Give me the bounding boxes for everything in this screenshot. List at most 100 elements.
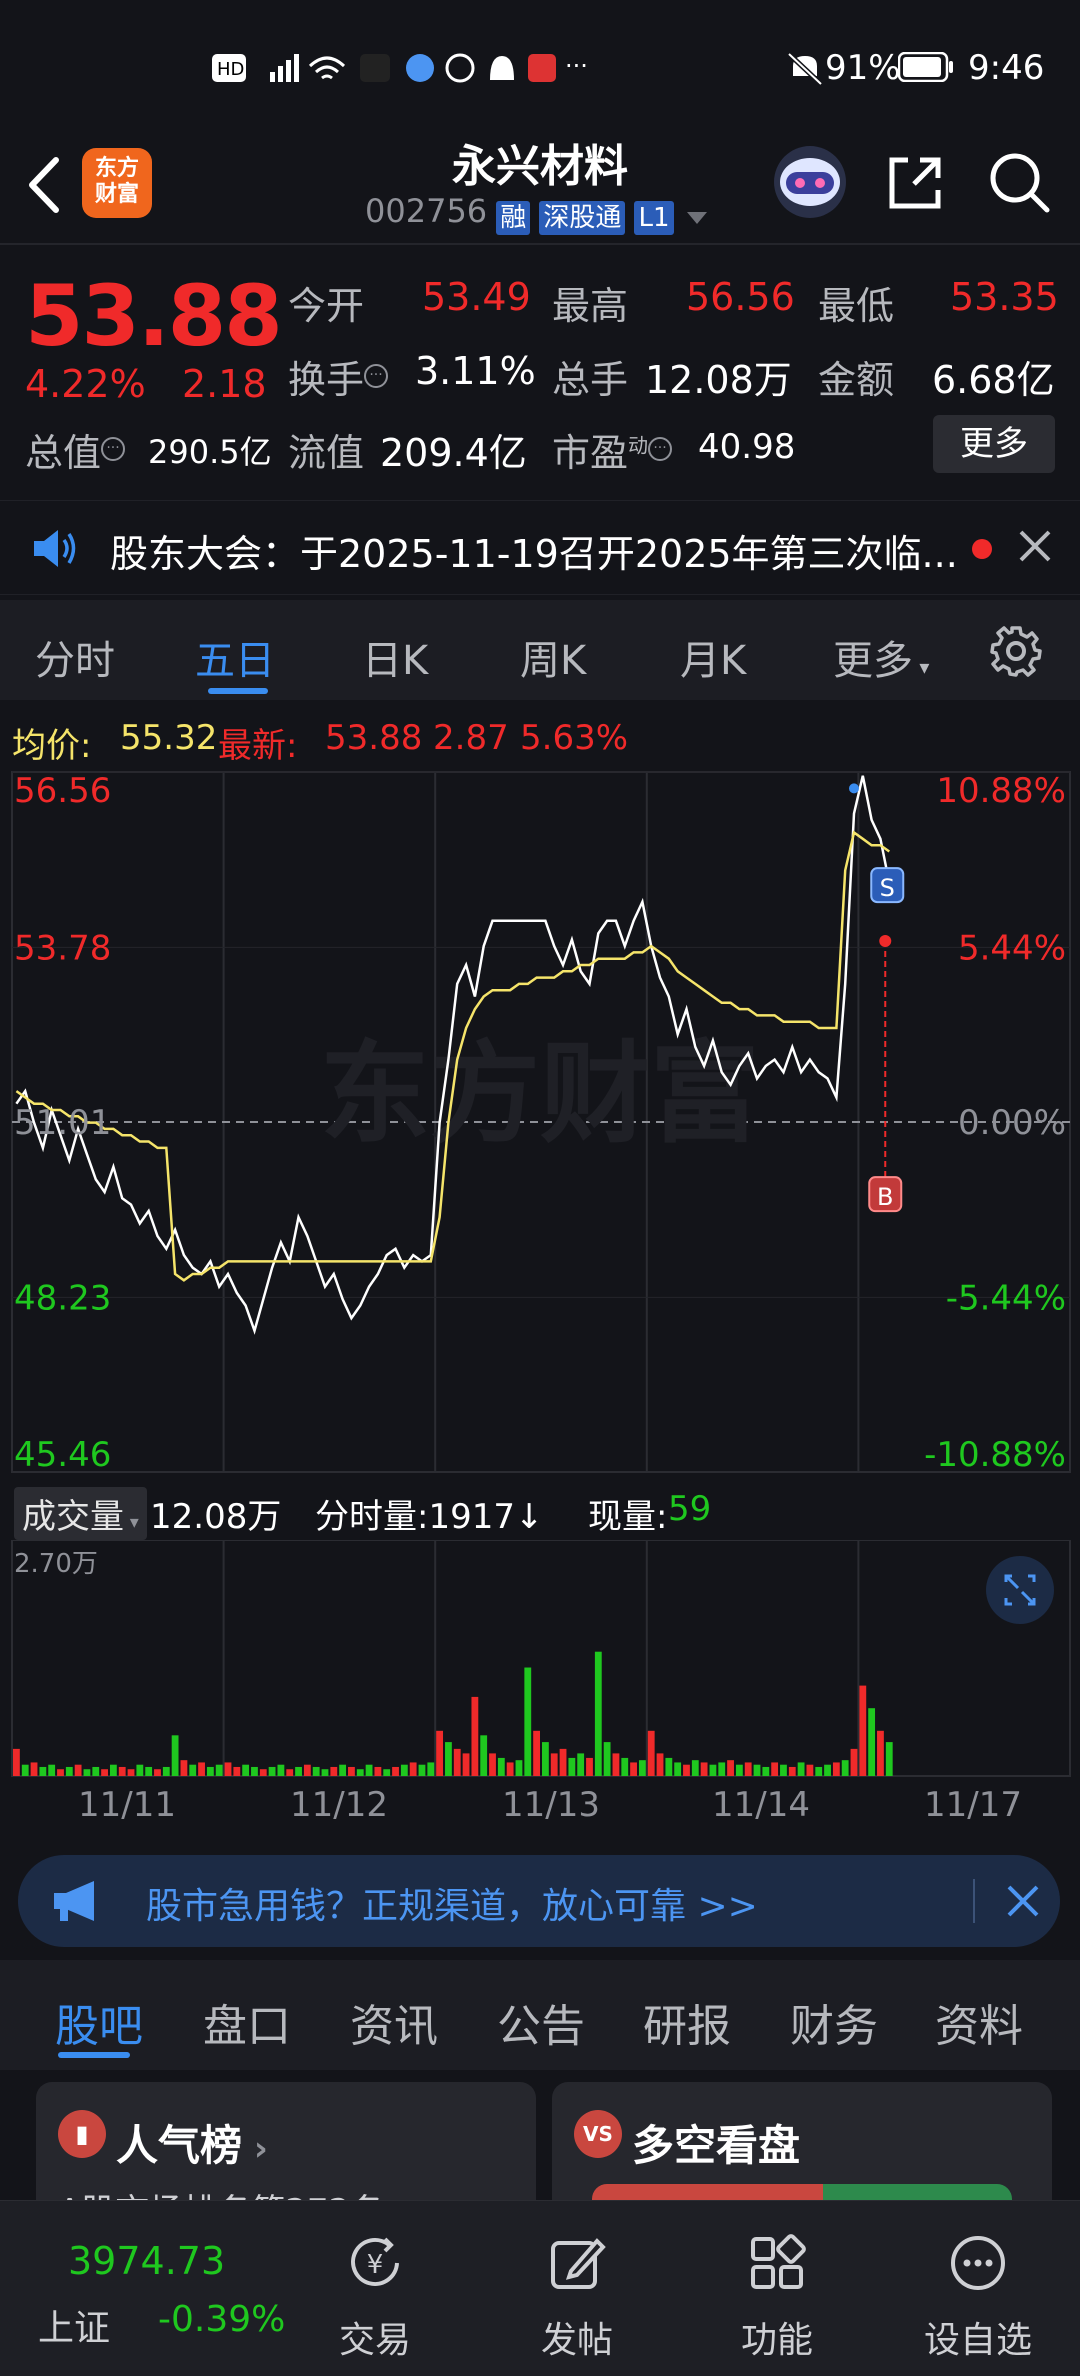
- tab-announcements[interactable]: 公告: [497, 1990, 585, 2054]
- volume-bar: [383, 1769, 391, 1776]
- watermark: 东方财富: [320, 1030, 760, 1158]
- level-tag: L1: [634, 200, 674, 235]
- latest-change: 2.87: [433, 718, 509, 758]
- volume-bar: [215, 1764, 223, 1776]
- tab-monthly-k[interactable]: 月K: [680, 628, 746, 686]
- volume-bar: [436, 1730, 444, 1776]
- unread-dot: [972, 539, 992, 559]
- dropdown-icon: [686, 211, 707, 224]
- info-icon: ···: [648, 437, 673, 462]
- ranking-icon: ▮: [58, 2110, 106, 2158]
- volume-bar: [365, 1764, 373, 1776]
- five-day-price-chart[interactable]: 东方财富 B S 56.56 10.88% 53.78 5.44% 51.01 0.00% 4…: [0, 762, 1080, 1482]
- tab-more[interactable]: 更多 ▾: [833, 628, 929, 686]
- tab-profile[interactable]: 资料: [935, 1990, 1023, 2054]
- status-bar: HD ··· 91% 9:46: [0, 0, 1080, 130]
- nav-functions[interactable]: 功能: [707, 2211, 847, 2371]
- volume-bar: [559, 1748, 567, 1776]
- volume-bar: [806, 1764, 814, 1776]
- content-tabs: 股吧 盘口 资讯 公告 研报 财务 资料: [0, 1960, 1080, 2070]
- volume-bar: [462, 1753, 470, 1776]
- tab-news[interactable]: 资讯: [350, 1990, 438, 2054]
- search-icon[interactable]: [985, 148, 1055, 218]
- tab-research[interactable]: 研报: [643, 1990, 731, 2054]
- card-title: 人气榜 ›: [116, 2121, 268, 2170]
- float-cap-label: 流值: [288, 431, 365, 475]
- y-axis-percent-label: -5.44%: [946, 1278, 1066, 1318]
- volume-max-label: 2.70万: [14, 1549, 98, 1579]
- nav-trade[interactable]: ¥ 交易: [305, 2211, 445, 2371]
- tab-daily-k[interactable]: 日K: [362, 628, 428, 686]
- volume-bar: [727, 1760, 734, 1776]
- volume-bar: [356, 1769, 364, 1776]
- fullscreen-button[interactable]: [986, 1556, 1054, 1624]
- volume-bar: [427, 1762, 435, 1776]
- gear-icon[interactable]: [990, 625, 1042, 677]
- volume-bar: [242, 1764, 250, 1776]
- total-cap-value: 290.5亿: [148, 433, 272, 471]
- y-axis-percent-label: 5.44%: [958, 928, 1066, 968]
- share-icon[interactable]: [880, 148, 950, 218]
- volume-chart[interactable]: 2.70万: [0, 1540, 1080, 1780]
- clock: 9:46: [968, 48, 1045, 88]
- volume-selector[interactable]: 成交量 ▾: [14, 1487, 147, 1540]
- notice-bar[interactable]: 股东大会：于2025-11-19召开2025年第三次临...: [0, 500, 1080, 595]
- grid-icon: [751, 2234, 806, 2289]
- volume-bar: [198, 1762, 205, 1776]
- tab-forum[interactable]: 股吧: [55, 1990, 143, 2054]
- index-widget[interactable]: 3974.73 上证 -0.39%: [20, 2201, 290, 2376]
- volume-header: 成交量 ▾ 12.08万 分时量:1917↓ 现量: 59: [0, 1487, 1080, 1540]
- volume-bar: [859, 1685, 867, 1776]
- volume-bar: [709, 1764, 717, 1776]
- latest-label: 最新:: [218, 726, 298, 766]
- battery-icon: [898, 52, 953, 82]
- nav-watchlist[interactable]: 设自选: [908, 2211, 1048, 2371]
- volume-bar: [374, 1766, 382, 1776]
- tab-weekly-k[interactable]: 周K: [520, 628, 586, 686]
- popularity-card[interactable]: ▮ 人气榜 › A股市场排名第272名: [36, 2082, 536, 2200]
- tab-intraday[interactable]: 分时: [35, 628, 115, 686]
- volume-bar: [251, 1766, 258, 1776]
- volume-bar: [312, 1766, 320, 1776]
- feature-cards: ▮ 人气榜 › A股市场排名第272名 VS 多空看盘: [0, 2070, 1080, 2200]
- loan-ad-banner[interactable]: 股市急用钱？正规渠道，放心可靠 >>: [18, 1855, 1060, 1947]
- info-icon: ···: [101, 437, 126, 462]
- tab-five-day[interactable]: 五日: [195, 628, 275, 686]
- volume-bar: [13, 1748, 20, 1776]
- tab-orderbook[interactable]: 盘口: [203, 1990, 291, 2054]
- volume-bar: [348, 1766, 355, 1776]
- y-axis-price-label: 51.01: [14, 1103, 111, 1143]
- volume-bar: [39, 1766, 47, 1776]
- assistant-robot-icon[interactable]: [770, 142, 850, 222]
- volume-bar: [321, 1769, 329, 1776]
- volume-bar: [735, 1764, 743, 1776]
- more-icon: [951, 2236, 1005, 2290]
- low-value: 53.35: [950, 275, 1059, 319]
- bull-bear-card[interactable]: VS 多空看盘: [552, 2082, 1052, 2200]
- close-icon[interactable]: [1015, 526, 1055, 566]
- volume-bar: [233, 1766, 241, 1776]
- card-subtitle: A股市场排名第272名: [58, 2184, 384, 2200]
- connect-tag: 深股通: [539, 200, 626, 235]
- volume-bar: [744, 1762, 752, 1776]
- volume-bar: [762, 1766, 770, 1776]
- volume-bar: [21, 1764, 29, 1776]
- volume-bar: [480, 1735, 488, 1776]
- app-notification-icon: [406, 54, 434, 82]
- tiktok-icon: [360, 54, 390, 82]
- turnover-value: 3.11%: [415, 349, 536, 393]
- svg-text:¥: ¥: [367, 2250, 384, 2280]
- volume-bar: [92, 1766, 100, 1776]
- nav-post[interactable]: 发帖: [507, 2211, 647, 2371]
- pe-label: 市盈动 ···: [552, 422, 673, 477]
- y-axis-price-label: 56.56: [14, 771, 111, 811]
- stock-code-row[interactable]: 002756 融 深股通 L1: [365, 192, 709, 235]
- mute-icon: [787, 52, 823, 86]
- volume-bar: [392, 1766, 399, 1776]
- volume-bar: [127, 1769, 135, 1776]
- more-quote-button[interactable]: 更多: [933, 415, 1055, 473]
- volume-bar: [109, 1764, 117, 1776]
- close-icon[interactable]: [1003, 1881, 1043, 1921]
- tab-finance[interactable]: 财务: [790, 1990, 878, 2054]
- open-label: 今开: [288, 284, 365, 328]
